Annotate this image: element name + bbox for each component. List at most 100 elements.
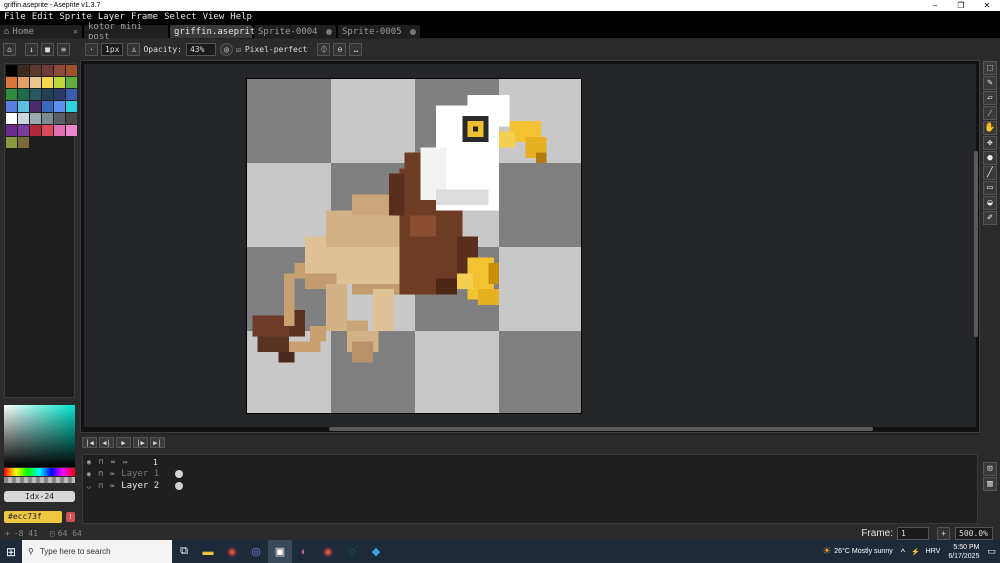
aseprite-icon[interactable]: ▣ [268,540,292,563]
tab-griffin[interactable]: griffin.aseprite [170,25,261,38]
palette-swatch[interactable] [18,89,29,100]
saturation-value-field[interactable] [4,405,75,467]
minimize-icon[interactable]: – [922,1,948,10]
palette-swatch[interactable] [66,101,77,112]
brush-type-icon[interactable]: · [85,43,98,56]
continuous-icon[interactable]: ∞ [106,470,118,478]
cel-icon[interactable] [175,470,183,478]
more-options-icon[interactable]: … [349,43,363,56]
palette-swatch[interactable] [18,137,29,148]
palette-swatch[interactable] [54,101,65,112]
brush-size-field[interactable]: 1px [101,43,124,56]
palette-options-icon[interactable]: ■ [41,43,54,56]
cel-icon[interactable] [175,482,183,490]
app-icon[interactable]: ◐ [292,540,316,563]
palette-swatch[interactable] [30,89,41,100]
sprite-canvas[interactable] [246,78,582,414]
frame-number[interactable]: 1 [153,458,158,467]
opacity-field[interactable]: 43% [185,43,216,56]
palette-swatch[interactable] [54,65,65,76]
close-icon[interactable]: ✕ [974,1,1000,10]
menu-select[interactable]: Select [164,12,197,22]
palette-swatch[interactable] [18,65,29,76]
palette-swatch[interactable] [54,113,65,124]
windows-start-icon[interactable]: ⊞ [0,540,22,563]
shading-icon[interactable]: ◎ [219,43,233,56]
menu-help[interactable]: Help [230,12,252,22]
palette-swatch[interactable] [42,113,53,124]
warning-icon[interactable]: ! [66,512,75,522]
symmetry-horizontal-icon[interactable]: ⊖ [333,43,347,56]
last-frame-icon[interactable]: ▶| [150,437,165,448]
palette-swatch[interactable] [30,125,41,136]
language-indicator[interactable]: HRV [926,548,941,555]
palette-swatch[interactable] [6,89,17,100]
palette-swatch[interactable] [18,113,29,124]
telegram-icon[interactable]: ◆ [364,540,388,563]
chevron-up-icon[interactable]: ^ [901,547,905,557]
palette-swatch[interactable] [30,101,41,112]
pencil-icon[interactable]: ✎ [983,76,997,90]
lock-icon[interactable]: ⌂ [3,43,16,56]
eyedropper-icon[interactable]: ⁄ [983,106,997,120]
hand-icon[interactable]: ✋ [983,121,997,135]
first-frame-icon[interactable]: |◀ [82,437,97,448]
palette-swatch[interactable] [66,89,77,100]
alpha-slider[interactable] [4,477,75,483]
marquee-icon[interactable]: ⬚ [983,61,997,75]
network-icon[interactable]: ⚡ [911,548,920,556]
vertical-scrollbar[interactable] [974,151,978,337]
weather-icon[interactable]: ☀ [822,546,831,557]
lock-icon[interactable]: ⊓ [95,458,107,466]
add-frame-icon[interactable]: + [937,527,950,540]
palette-swatch[interactable] [6,65,17,76]
eye-icon[interactable]: ◡ [83,482,95,490]
palette-swatch[interactable] [66,77,77,88]
chrome-profile-icon[interactable]: ◉ [316,540,340,563]
palette-swatch[interactable] [42,89,53,100]
lock-icon[interactable]: ⊓ [95,470,107,478]
palette-swatch[interactable] [18,125,29,136]
palette-swatch[interactable] [66,125,77,136]
palette-swatch[interactable] [54,77,65,88]
palette-swatch[interactable] [30,77,41,88]
menu-edit[interactable]: Edit [32,12,54,22]
continuous-icon[interactable]: ∞ [107,458,119,466]
hue-slider[interactable] [4,468,75,476]
palette-swatch[interactable] [42,101,53,112]
eye-icon[interactable]: ◉ [83,458,95,466]
palette-swatch[interactable] [66,65,77,76]
taskbar-search[interactable]: ⚲ Type here to search [22,540,172,563]
frame-field[interactable]: 1 [897,527,929,540]
palette-swatch[interactable] [18,77,29,88]
ink-icon[interactable]: ♙ [127,43,141,56]
menu-icon[interactable]: ≡ [57,43,70,56]
palette-swatch[interactable] [54,89,65,100]
symmetry-vertical-icon[interactable]: ⏀ [317,43,331,56]
maximize-icon[interactable]: ❐ [948,1,974,10]
file-explorer-icon[interactable]: ▬ [196,540,220,563]
task-view-icon[interactable]: ⧉ [172,540,196,563]
palette-swatch[interactable] [6,137,17,148]
editor-viewport[interactable] [84,64,976,427]
blur-icon[interactable]: ◒ [983,196,997,210]
zoom-field[interactable]: 500.0% [955,527,993,540]
tab-sprite-0005[interactable]: Sprite-0005 [338,25,420,38]
eraser-icon[interactable]: ▱ [983,91,997,105]
download-icon[interactable]: ↓ [25,43,38,56]
tab-home[interactable]: ⌂ Home ✕ [0,25,82,38]
checkbox-icon[interactable]: ☑ [236,45,241,54]
layer-name[interactable]: Layer 1 [118,469,169,479]
palette-swatch[interactable] [54,125,65,136]
horizontal-scrollbar[interactable] [329,427,873,431]
move-icon[interactable]: ✥ [983,136,997,150]
fill-icon[interactable]: ● [983,151,997,165]
menu-sprite[interactable]: Sprite [59,12,92,22]
palette-swatch[interactable] [42,77,53,88]
next-frame-icon[interactable]: |▶ [133,437,148,448]
sprite-editor[interactable] [80,60,980,433]
palette-swatch[interactable] [6,125,17,136]
line-icon[interactable]: ╱ [983,166,997,180]
foreground-color-button[interactable]: #ecc73f [4,511,62,523]
layer-name[interactable]: Layer 2 [118,481,169,491]
